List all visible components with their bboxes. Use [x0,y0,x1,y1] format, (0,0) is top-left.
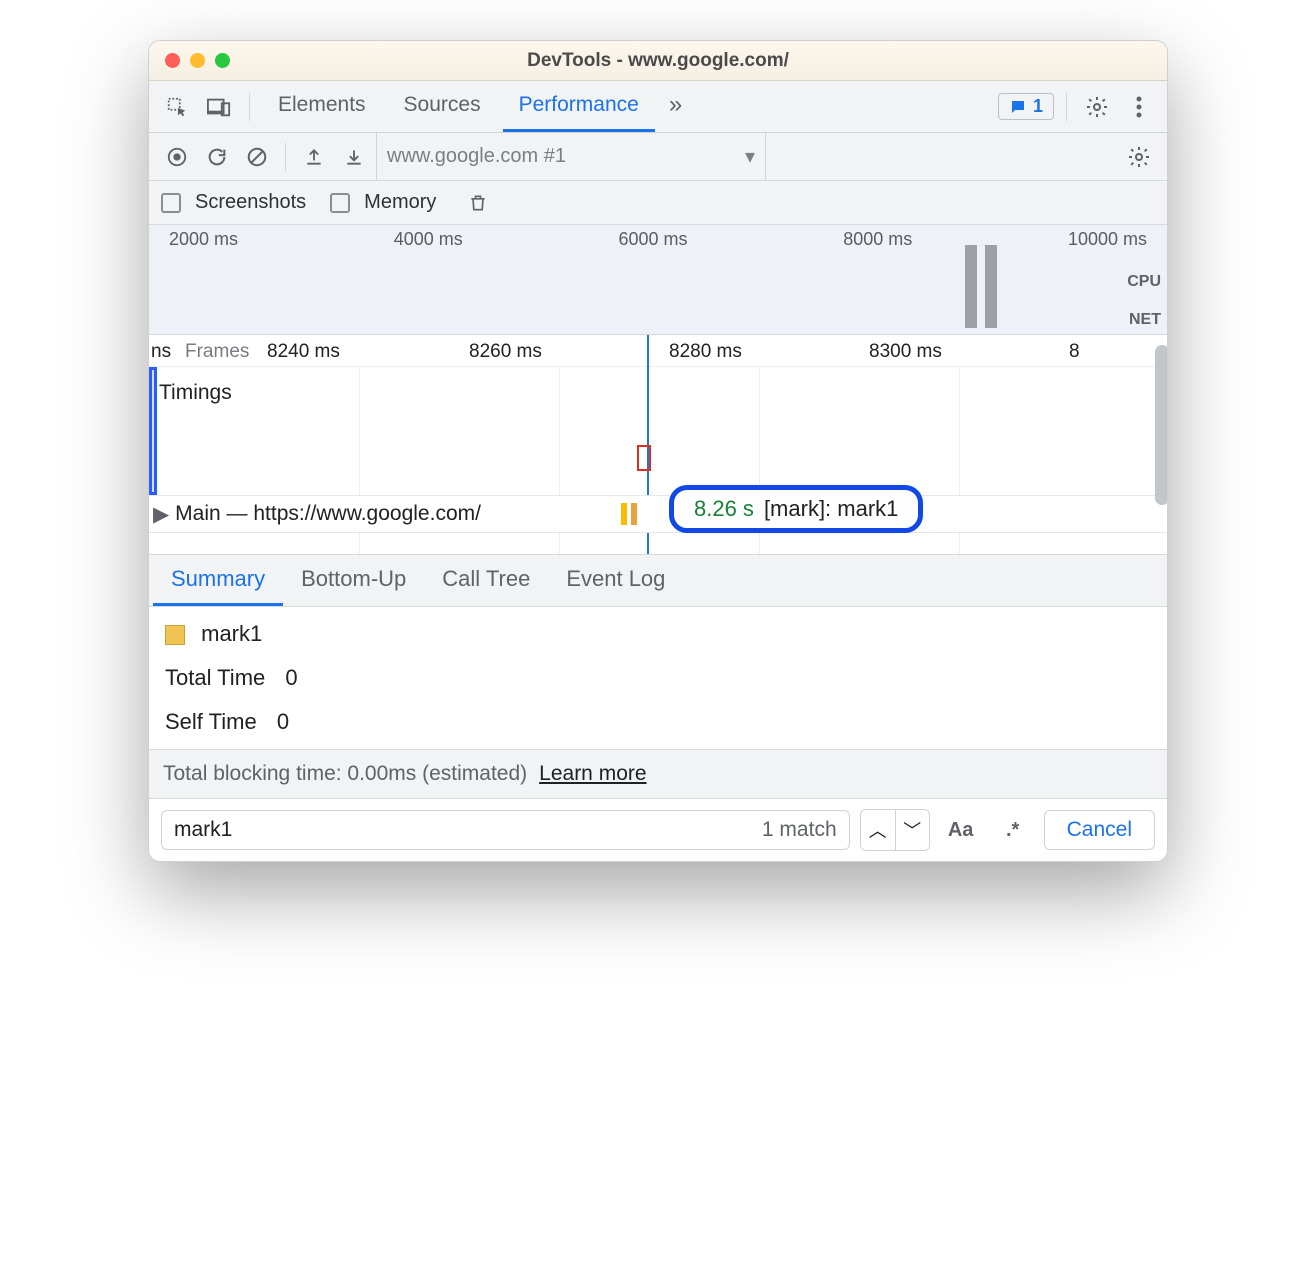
selection-marker [149,367,157,495]
match-case-toggle[interactable]: Aa [940,810,982,850]
tab-sources[interactable]: Sources [388,82,497,132]
traffic-lights [149,53,230,68]
event-tooltip: 8.26 s [mark]: mark1 [669,485,923,533]
tab-summary[interactable]: Summary [153,556,283,606]
window-titlebar: DevTools - www.google.com/ [149,41,1167,81]
tooltip-time: 8.26 s [694,496,754,522]
tooltip-label: [mark]: mark1 [764,496,898,522]
inspect-element-icon[interactable] [159,89,195,125]
search-match-count: 1 match [762,818,837,842]
garbage-collect-icon[interactable] [460,185,496,221]
learn-more-link[interactable]: Learn more [539,762,646,786]
memory-label: Memory [364,191,436,214]
tab-overflow-button[interactable]: » [661,82,690,132]
ruler-tick: 8280 ms [669,341,742,363]
screenshots-label: Screenshots [195,191,306,214]
reload-record-button[interactable] [199,139,235,175]
close-window-button[interactable] [165,53,180,68]
total-time-label: Total Time [165,665,265,690]
tab-performance[interactable]: Performance [503,82,655,132]
overview-tick: 8000 ms [843,229,912,250]
ruler-tick: 8 [1069,341,1080,363]
capture-options: Screenshots Memory [149,181,1167,225]
search-bar: mark1 1 match ︿ ﹀ Aa .* Cancel [149,799,1167,861]
overview-tick: 6000 ms [618,229,687,250]
ruler-tick: 8240 ms [267,341,340,363]
devtools-window: DevTools - www.google.com/ Elements Sour… [148,40,1168,862]
flamechart-ruler: ns Frames 8240 ms 8260 ms 8280 ms 8300 m… [149,335,1167,367]
track-main[interactable]: ▶ Main — https://www.google.com/ [149,495,1167,533]
overview-tick: 4000 ms [394,229,463,250]
performance-toolbar: www.google.com #1 ▾ [149,133,1167,181]
overview-timeline[interactable]: 2000 ms 4000 ms 6000 ms 8000 ms 10000 ms… [149,225,1167,335]
timing-marker[interactable] [637,445,651,471]
self-time-value: 0 [277,709,289,735]
overview-range-handle-left[interactable] [965,245,977,328]
track-timings[interactable]: Timings [159,381,232,405]
ruler-tick: 8260 ms [469,341,542,363]
search-input[interactable]: mark1 [174,818,232,842]
search-next-button[interactable]: ﹀ [895,810,929,850]
disclosure-triangle-icon[interactable]: ▶ [153,502,169,527]
search-input-container: mark1 1 match [161,810,850,850]
tab-elements[interactable]: Elements [262,82,382,132]
zoom-window-button[interactable] [215,53,230,68]
flamechart-panel[interactable]: ns Frames 8240 ms 8260 ms 8280 ms 8300 m… [149,335,1167,555]
device-toolbar-icon[interactable] [201,89,237,125]
ruler-tick: 8300 ms [869,341,942,363]
detail-tabs: Summary Bottom-Up Call Tree Event Log [149,555,1167,607]
flame-scrollbar[interactable] [1155,345,1167,505]
search-prev-button[interactable]: ︿ [861,810,895,850]
devtools-tabbar: Elements Sources Performance » 1 [149,81,1167,133]
main-thread-label: Main — https://www.google.com/ [175,502,481,526]
window-title: DevTools - www.google.com/ [149,50,1167,72]
tab-event-log[interactable]: Event Log [548,556,683,606]
separator [249,93,250,121]
summary-self-time: Self Time 0 [165,709,1151,735]
summary-event: mark1 [165,621,1151,647]
event-name: mark1 [201,621,262,646]
feedback-badge[interactable]: 1 [998,93,1054,120]
cancel-button[interactable]: Cancel [1044,810,1155,850]
clear-button[interactable] [239,139,275,175]
separator [1066,93,1067,121]
chevron-down-icon: ▾ [745,144,755,169]
recording-name: www.google.com #1 [387,145,566,168]
overview-ticks: 2000 ms 4000 ms 6000 ms 8000 ms 10000 ms [149,229,1167,250]
settings-icon[interactable] [1079,89,1115,125]
memory-checkbox[interactable] [330,193,350,213]
regex-toggle[interactable]: .* [992,810,1034,850]
capture-settings-icon[interactable] [1121,139,1157,175]
blocking-time-text: Total blocking time: 0.00ms (estimated) [163,762,527,786]
self-time-label: Self Time [165,709,257,734]
feedback-count: 1 [1033,96,1043,117]
recording-selector[interactable]: www.google.com #1 ▾ [376,133,766,180]
search-nav: ︿ ﹀ [860,809,930,851]
screenshots-checkbox[interactable] [161,193,181,213]
net-label: NET [1129,311,1161,329]
flame-event[interactable] [631,503,637,525]
track-frames: Frames [185,341,249,363]
kebab-menu-icon[interactable] [1121,89,1157,125]
overview-tick: 10000 ms [1068,229,1147,250]
tab-call-tree[interactable]: Call Tree [424,556,548,606]
event-color-swatch [165,625,185,645]
overview-range-handle-right[interactable] [985,245,997,328]
download-profile-icon[interactable] [336,139,372,175]
record-button[interactable] [159,139,195,175]
cpu-label: CPU [1127,273,1161,291]
total-time-value: 0 [285,665,297,691]
tab-bottom-up[interactable]: Bottom-Up [283,556,424,606]
overview-tick: 2000 ms [169,229,238,250]
blocking-time-bar: Total blocking time: 0.00ms (estimated) … [149,749,1167,799]
flame-event[interactable] [621,503,627,525]
summary-panel: mark1 Total Time 0 Self Time 0 [149,607,1167,749]
summary-total-time: Total Time 0 [165,665,1151,691]
ms-partial: ns [151,341,171,363]
upload-profile-icon[interactable] [296,139,332,175]
separator [285,143,286,171]
minimize-window-button[interactable] [190,53,205,68]
